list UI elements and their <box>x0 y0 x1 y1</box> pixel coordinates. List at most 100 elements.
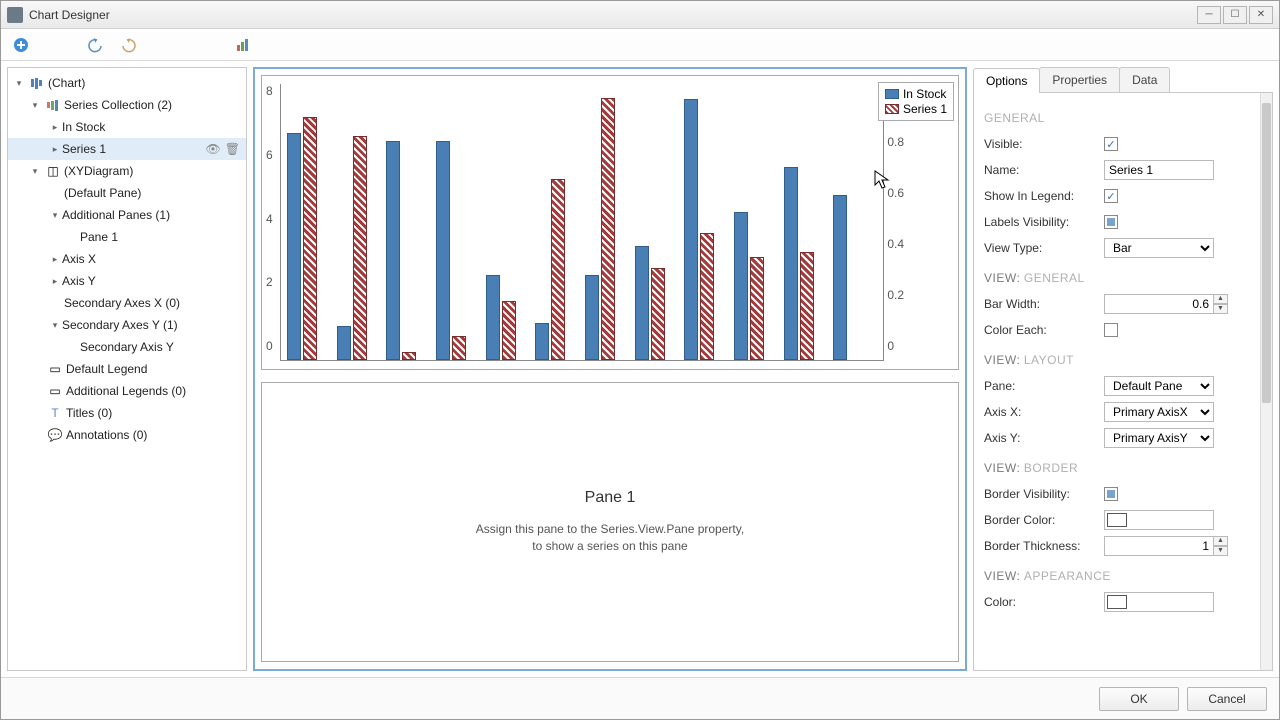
maximize-button[interactable]: ☐ <box>1223 6 1247 24</box>
pane-hint: Assign this pane to the Series.View.Pane… <box>476 521 744 538</box>
color-picker[interactable] <box>1104 592 1214 612</box>
bar-in-stock[interactable] <box>436 141 450 360</box>
ok-button[interactable]: OK <box>1099 687 1179 711</box>
bar-series-1[interactable] <box>303 117 317 360</box>
tree-node-sec-axis-y[interactable]: Secondary Axis Y <box>8 336 246 358</box>
axis-y-select[interactable]: Primary AxisY <box>1104 428 1214 448</box>
bar-group <box>386 141 430 360</box>
label-color-each: Color Each: <box>984 323 1104 337</box>
bar-in-stock[interactable] <box>386 141 400 360</box>
tree-node-titles[interactable]: T Titles (0) <box>8 402 246 424</box>
color-each-checkbox[interactable] <box>1104 323 1118 337</box>
tree-label: Secondary Axes X (0) <box>64 296 240 310</box>
titles-icon: T <box>48 406 62 420</box>
spin-down[interactable]: ▼ <box>1214 546 1228 556</box>
properties-scrollbar[interactable] <box>1260 93 1272 670</box>
tab-data[interactable]: Data <box>1119 67 1170 92</box>
chart-legend[interactable]: In Stock Series 1 <box>878 82 954 121</box>
title-bar: Chart Designer ─ ☐ ✕ <box>1 1 1279 29</box>
view-type-select[interactable]: Bar <box>1104 238 1214 258</box>
tree-label: (Chart) <box>48 76 240 90</box>
visible-checkbox[interactable] <box>1104 137 1118 151</box>
spin-down[interactable]: ▼ <box>1214 304 1228 314</box>
bar-series-1[interactable] <box>402 352 416 360</box>
close-button[interactable]: ✕ <box>1249 6 1273 24</box>
chart-pane-default[interactable]: 8 6 4 2 0 1 0.8 0.6 0.4 0.2 0 <box>261 75 959 370</box>
border-color-picker[interactable] <box>1104 510 1214 530</box>
visible-icon[interactable]: 👁 <box>206 142 221 156</box>
bar-series-1[interactable] <box>601 98 615 360</box>
tree-node-additional-panes[interactable]: ▾ Additional Panes (1) <box>8 204 246 226</box>
tree-node-axis-y[interactable]: ▸ Axis Y <box>8 270 246 292</box>
tree-label: (XYDiagram) <box>64 164 240 178</box>
redo-button[interactable] <box>117 33 141 57</box>
spin-up[interactable]: ▲ <box>1214 536 1228 546</box>
bar-width-input[interactable] <box>1104 294 1214 314</box>
bar-series-1[interactable] <box>551 179 565 360</box>
section-view-border: VIEW: BORDER <box>984 461 1262 475</box>
legend-label: In Stock <box>903 87 946 101</box>
bar-series-1[interactable] <box>452 336 466 360</box>
tab-options[interactable]: Options <box>973 68 1040 93</box>
tree-node-additional-legends[interactable]: ▭ Additional Legends (0) <box>8 380 246 402</box>
chart-preview: 8 6 4 2 0 1 0.8 0.6 0.4 0.2 0 <box>253 67 967 671</box>
tab-properties[interactable]: Properties <box>1039 67 1120 92</box>
bar-in-stock[interactable] <box>684 99 698 360</box>
tree-node-sec-axes-x[interactable]: Secondary Axes X (0) <box>8 292 246 314</box>
tree-node-annotations[interactable]: 💬 Annotations (0) <box>8 424 246 446</box>
tree-label: Titles (0) <box>66 406 240 420</box>
bar-series-1[interactable] <box>750 257 764 360</box>
bar-series-1[interactable] <box>502 301 516 360</box>
tree-label: Secondary Axes Y (1) <box>62 318 240 332</box>
delete-icon[interactable]: 🗑 <box>225 142 240 156</box>
bar-series-1[interactable] <box>700 233 714 360</box>
show-in-legend-checkbox[interactable] <box>1104 189 1118 203</box>
tree-node-pane-1[interactable]: Pane 1 <box>8 226 246 248</box>
bar-group <box>734 212 778 360</box>
cancel-button[interactable]: Cancel <box>1187 687 1267 711</box>
tree-node-default-legend[interactable]: ▭ Default Legend <box>8 358 246 380</box>
bar-in-stock[interactable] <box>585 275 599 360</box>
chart-plot-area <box>280 84 884 361</box>
undo-button[interactable] <box>83 33 107 57</box>
tree-node-chart[interactable]: ▾ (Chart) <box>8 72 246 94</box>
border-visibility-checkbox[interactable] <box>1104 487 1118 501</box>
chart-wizard-button[interactable] <box>231 33 255 57</box>
bar-series-1[interactable] <box>800 252 814 360</box>
chart-pane-1[interactable]: Pane 1 Assign this pane to the Series.Vi… <box>261 382 959 662</box>
tree-label: Axis X <box>62 252 240 266</box>
tree-node-series-1[interactable]: ▸ Series 1 👁 🗑 <box>8 138 246 160</box>
axis-x-select[interactable]: Primary AxisX <box>1104 402 1214 422</box>
bar-series-1[interactable] <box>651 268 665 360</box>
pane-hint: to show a series on this pane <box>476 538 744 555</box>
bar-series-1[interactable] <box>353 136 367 360</box>
border-thickness-input[interactable] <box>1104 536 1214 556</box>
bar-group <box>784 167 828 360</box>
label-border-visibility: Border Visibility: <box>984 487 1104 501</box>
tree-node-diagram[interactable]: ▾ ◫ (XYDiagram) <box>8 160 246 182</box>
tree-label: Axis Y <box>62 274 240 288</box>
left-axis-ticks: 8 6 4 2 0 <box>266 84 273 353</box>
bar-in-stock[interactable] <box>486 275 500 360</box>
tree-node-sec-axes-y[interactable]: ▾ Secondary Axes Y (1) <box>8 314 246 336</box>
bar-group <box>585 98 629 360</box>
spin-up[interactable]: ▲ <box>1214 294 1228 304</box>
name-input[interactable] <box>1104 160 1214 180</box>
bar-in-stock[interactable] <box>833 195 847 360</box>
minimize-button[interactable]: ─ <box>1197 6 1221 24</box>
bar-in-stock[interactable] <box>337 326 351 360</box>
bar-in-stock[interactable] <box>734 212 748 360</box>
labels-visibility-checkbox[interactable] <box>1104 215 1118 229</box>
bar-in-stock[interactable] <box>635 246 649 360</box>
tree-label: Series Collection (2) <box>64 98 240 112</box>
add-button[interactable] <box>9 33 33 57</box>
tree-node-series-collection[interactable]: ▾ Series Collection (2) <box>8 94 246 116</box>
tree-node-axis-x[interactable]: ▸ Axis X <box>8 248 246 270</box>
bar-in-stock[interactable] <box>287 133 301 360</box>
pane-select[interactable]: Default Pane <box>1104 376 1214 396</box>
label-bar-width: Bar Width: <box>984 297 1104 311</box>
bar-in-stock[interactable] <box>784 167 798 360</box>
bar-in-stock[interactable] <box>535 323 549 360</box>
tree-node-default-pane[interactable]: (Default Pane) <box>8 182 246 204</box>
tree-node-series-in-stock[interactable]: ▸ In Stock <box>8 116 246 138</box>
